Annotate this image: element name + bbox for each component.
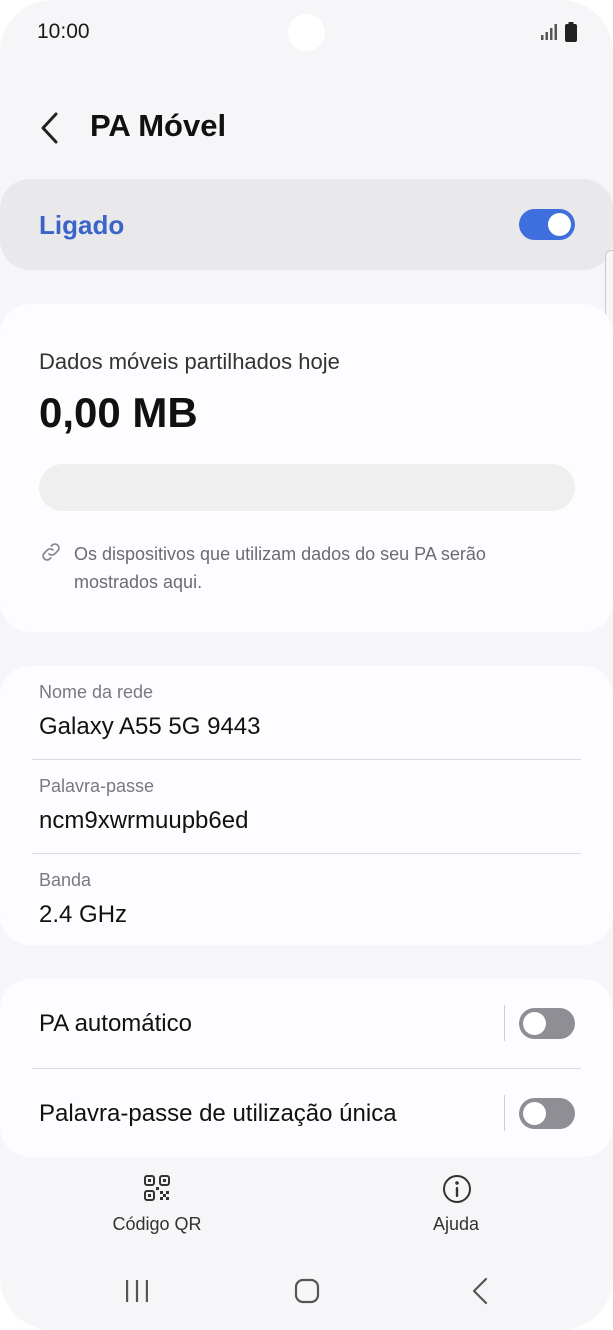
link-icon	[42, 543, 60, 561]
recents-button[interactable]	[117, 1272, 157, 1312]
switch-knob	[523, 1102, 546, 1125]
usage-card: Dados móveis partilhados hoje 0,00 MB Os…	[0, 304, 613, 632]
network-name-field[interactable]: Nome da rede Galaxy A55 5G 9443	[0, 666, 613, 760]
band-value: 2.4 GHz	[39, 901, 128, 928]
options-card: PA automático Palavra-passe de utilizaçã…	[0, 979, 613, 1157]
one-time-password-row[interactable]: Palavra-passe de utilização única	[0, 1069, 613, 1158]
password-field[interactable]: Palavra-passe ncm9xwrmuupb6ed	[0, 760, 613, 854]
help-button[interactable]: Ajuda	[376, 1172, 536, 1242]
phone-screen: 10:00 PA Móvel Ligado Dados móveis parti…	[0, 0, 613, 1330]
signal-icon	[541, 24, 557, 40]
qr-code-label: Código QR	[112, 1214, 202, 1234]
usage-progress-bar	[39, 464, 575, 511]
status-time: 10:00	[37, 20, 90, 43]
back-button[interactable]	[36, 108, 68, 148]
one-time-password-toggle[interactable]	[519, 1098, 575, 1129]
band-field[interactable]: Banda 2.4 GHz	[0, 854, 613, 948]
password-value: ncm9xwrmuupb6ed	[39, 807, 249, 834]
switch-knob	[523, 1012, 546, 1035]
battery-icon	[565, 22, 577, 42]
help-label: Ajuda	[432, 1214, 480, 1234]
recents-icon	[126, 1280, 148, 1302]
switch-knob	[548, 213, 571, 236]
qr-code-button[interactable]: Código QR	[77, 1172, 237, 1242]
home-icon	[294, 1278, 320, 1304]
qr-code-icon	[144, 1175, 170, 1201]
network-name-label: Nome da rede	[39, 682, 154, 702]
network-name-value: Galaxy A55 5G 9443	[39, 713, 261, 740]
page-title: PA Móvel	[90, 108, 227, 143]
back-arrow-icon	[41, 112, 58, 144]
auto-hotspot-row[interactable]: PA automático	[0, 979, 613, 1068]
master-switch-row[interactable]: Ligado	[0, 179, 613, 270]
band-label: Banda	[39, 870, 92, 890]
master-switch-label: Ligado	[39, 210, 125, 240]
vertical-separator	[504, 1005, 505, 1041]
nav-back-button[interactable]	[460, 1272, 500, 1312]
usage-label: Dados móveis partilhados hoje	[39, 349, 340, 374]
usage-note: Os dispositivos que utilizam dados do se…	[74, 544, 486, 592]
camera-cutout	[288, 14, 325, 51]
vertical-separator	[504, 1095, 505, 1131]
usage-value: 0,00 MB	[39, 389, 198, 436]
status-bar: 10:00	[0, 0, 613, 64]
password-label: Palavra-passe	[39, 776, 155, 796]
master-switch-toggle[interactable]	[519, 209, 575, 240]
one-time-password-label: Palavra-passe de utilização única	[39, 1100, 397, 1127]
nav-back-icon	[472, 1277, 488, 1305]
auto-hotspot-label: PA automático	[39, 1010, 192, 1037]
info-icon	[443, 1175, 471, 1203]
network-settings-card: Nome da rede Galaxy A55 5G 9443 Palavra-…	[0, 666, 613, 945]
home-button[interactable]	[287, 1272, 327, 1312]
auto-hotspot-toggle[interactable]	[519, 1008, 575, 1039]
